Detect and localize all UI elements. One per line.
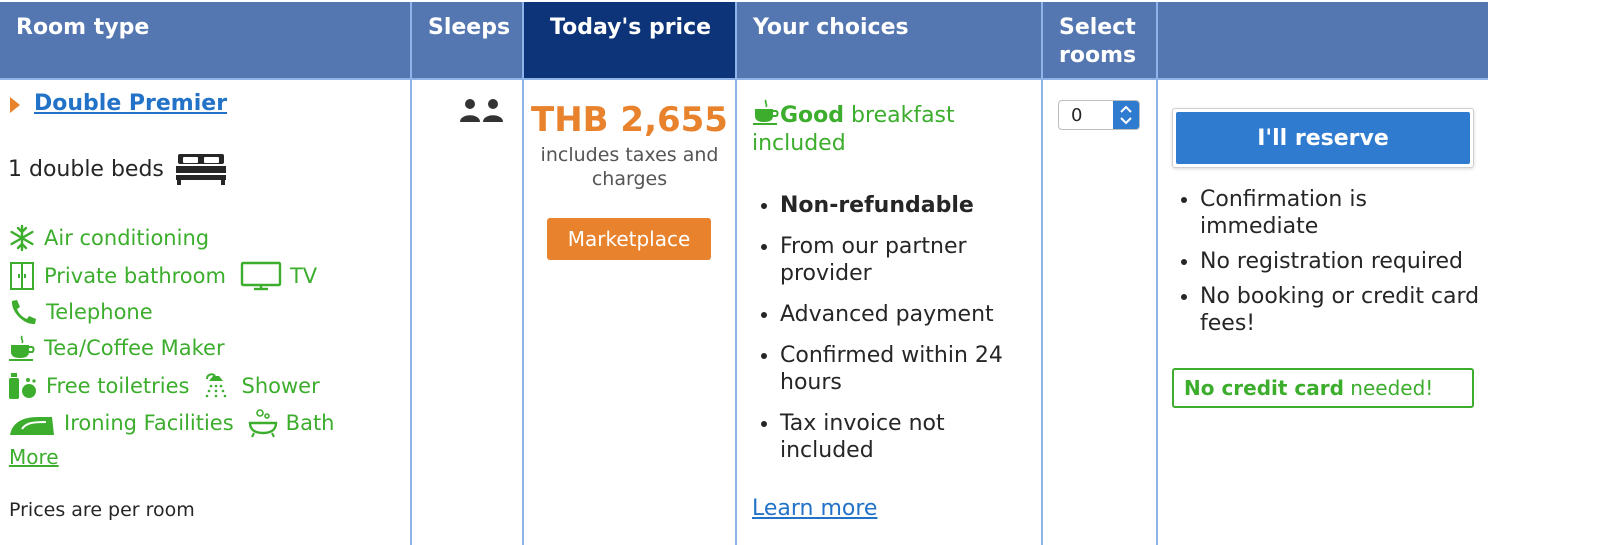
facility-row-bathroom-tv: Private bathroom TV bbox=[8, 261, 317, 291]
header-sleeps: Sleeps bbox=[412, 2, 522, 78]
double-bed-icon bbox=[175, 154, 226, 185]
coffee-cup-icon bbox=[753, 99, 779, 125]
header-todays-price: Today's price bbox=[524, 2, 735, 78]
header-select-rooms: Select rooms bbox=[1043, 2, 1156, 78]
room-quantity-select[interactable]: 0 bbox=[1058, 100, 1140, 130]
breakfast-info: Good breakfast included bbox=[752, 98, 955, 158]
iron-icon bbox=[10, 417, 54, 435]
facility-toiletries-label: Free toiletries bbox=[46, 374, 190, 398]
header-sleeps-label: Sleeps bbox=[428, 15, 511, 40]
breakfast-quality: Good bbox=[780, 103, 845, 128]
select-arrows-icon[interactable] bbox=[1113, 101, 1139, 129]
toiletries-icon bbox=[9, 373, 36, 399]
choice-item: Advanced payment bbox=[780, 301, 1037, 328]
facility-row-toiletries-shower: Free toiletries Shower bbox=[8, 371, 320, 401]
room-type-cell: Double Premier 1 double beds Air conditi… bbox=[0, 80, 410, 545]
facility-telephone-label: Telephone bbox=[46, 300, 153, 324]
choice-item: Tax invoice not included bbox=[780, 410, 1037, 464]
benefit-item: No registration required bbox=[1200, 248, 1482, 275]
choices-list: Non-refundable From our partner provider… bbox=[752, 192, 1037, 478]
facility-telephone: Telephone bbox=[8, 298, 153, 326]
header-choices-label: Your choices bbox=[753, 15, 909, 40]
facility-ironing-label: Ironing Facilities bbox=[64, 411, 234, 435]
column-divider bbox=[1156, 2, 1158, 545]
facility-tea-coffee: Tea/Coffee Maker bbox=[8, 334, 225, 362]
facility-bath-label: Bath bbox=[285, 411, 335, 435]
header-price-label: Today's price bbox=[550, 15, 712, 40]
header-select-label-1: Select bbox=[1059, 15, 1136, 40]
more-facilities-link[interactable]: More bbox=[9, 445, 59, 469]
header-your-choices: Your choices bbox=[737, 2, 1041, 78]
price-amount: THB 2,655 bbox=[531, 100, 728, 140]
bed-count-label: 1 double beds bbox=[8, 156, 164, 182]
facility-tv-label: TV bbox=[289, 264, 318, 288]
benefit-item: Confirmation is immediate bbox=[1200, 186, 1482, 240]
bath-icon bbox=[248, 409, 277, 438]
up-down-chevron-icon bbox=[1120, 105, 1132, 125]
choice-non-refundable: Non-refundable bbox=[780, 192, 1037, 219]
shower-icon bbox=[206, 373, 227, 398]
no-credit-card-badge: No credit card needed! bbox=[1172, 368, 1474, 408]
facility-aircon-label: Air conditioning bbox=[44, 226, 210, 250]
room-name-link[interactable]: Double Premier bbox=[34, 91, 227, 116]
price-note-line1: includes taxes and bbox=[540, 144, 719, 166]
marketplace-badge[interactable]: Marketplace bbox=[547, 218, 711, 260]
column-divider bbox=[1041, 2, 1043, 545]
no-credit-card-rest: needed! bbox=[1343, 376, 1434, 400]
header-reserve bbox=[1158, 2, 1488, 78]
facility-aircon: Air conditioning bbox=[8, 224, 209, 252]
breakfast-label: breakfast bbox=[844, 103, 955, 128]
per-room-note: Prices are per room bbox=[9, 499, 195, 521]
choice-item: Confirmed within 24 hours bbox=[780, 342, 1037, 396]
tv-icon bbox=[240, 261, 282, 291]
sleeps-cell bbox=[412, 80, 522, 545]
choice-item: From our partner provider bbox=[780, 233, 1037, 287]
price-note: includes taxes and charges bbox=[524, 143, 735, 191]
room-quantity-value: 0 bbox=[1071, 105, 1083, 126]
breakfast-included: included bbox=[752, 131, 846, 156]
facility-tea-label: Tea/Coffee Maker bbox=[44, 336, 225, 360]
benefit-item: No booking or credit card fees! bbox=[1200, 283, 1482, 337]
bed-info: 1 double beds bbox=[8, 152, 228, 186]
price-cell: THB 2,655 includes taxes and charges bbox=[524, 80, 735, 545]
header-select-label-2: rooms bbox=[1059, 43, 1137, 68]
room-table: Room type Sleeps Today's price Your choi… bbox=[0, 0, 1488, 545]
learn-more-link[interactable]: Learn more bbox=[752, 496, 877, 521]
reserve-button-frame: I'll reserve bbox=[1172, 108, 1474, 168]
private-bathroom-icon bbox=[10, 262, 34, 290]
reserve-button[interactable]: I'll reserve bbox=[1176, 112, 1470, 164]
snowflake-icon bbox=[10, 224, 34, 252]
no-credit-card-bold: No credit card bbox=[1184, 376, 1344, 400]
choices-cell: Good breakfast included Non-refundable F… bbox=[737, 80, 1041, 545]
tea-cup-icon bbox=[9, 335, 35, 361]
facility-shower-label: Shower bbox=[241, 374, 320, 398]
facility-bathroom-label: Private bathroom bbox=[44, 264, 226, 288]
header-room-type-label: Room type bbox=[16, 15, 150, 40]
header-room-type: Room type bbox=[0, 2, 410, 78]
facility-row-ironing-bath: Ironing Facilities Bath bbox=[8, 408, 335, 438]
expand-triangle-icon[interactable] bbox=[10, 97, 20, 113]
two-persons-icon bbox=[460, 99, 503, 122]
reserve-benefits: Confirmation is immediate No registratio… bbox=[1172, 186, 1482, 345]
telephone-icon bbox=[11, 300, 36, 325]
price-note-line2: charges bbox=[591, 168, 668, 190]
